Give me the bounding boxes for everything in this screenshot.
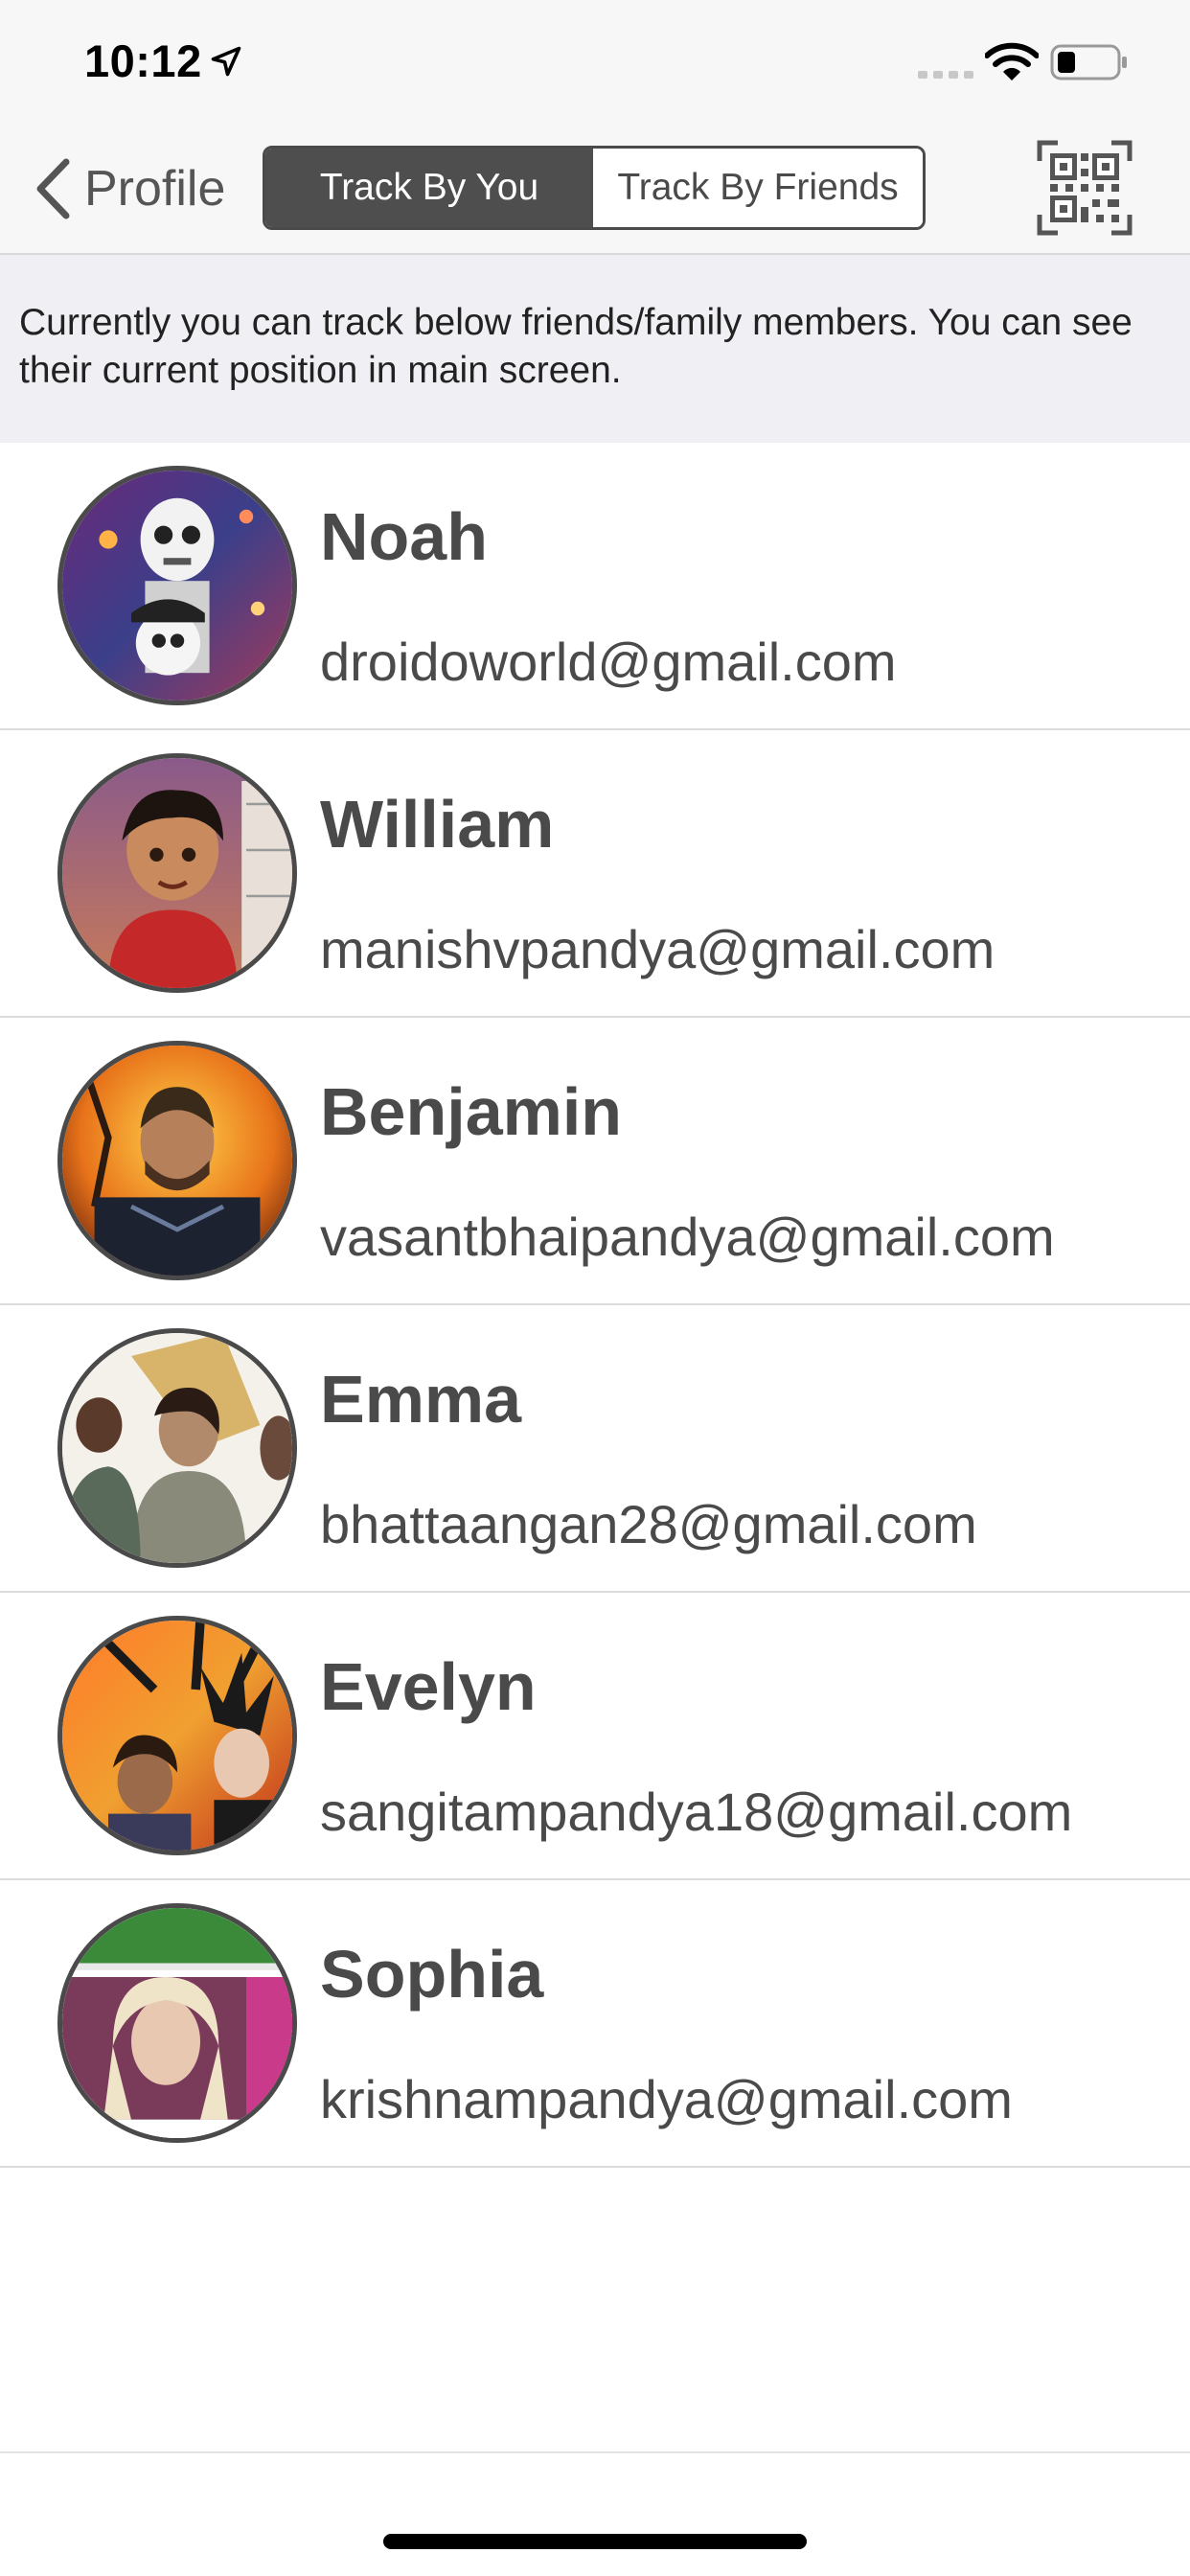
segment-track-by-friends[interactable]: Track By Friends: [593, 149, 923, 227]
contact-name: Sophia: [320, 1937, 544, 2012]
contact-row[interactable]: Sophia krishnampandya@gmail.com: [0, 1880, 1190, 2168]
contact-name: Noah: [320, 499, 488, 574]
tracking-segmented-control: Track By You Track By Friends: [263, 146, 926, 230]
avatar: [57, 466, 297, 705]
battery-icon: [1050, 44, 1127, 80]
contact-name: William: [320, 787, 555, 862]
home-indicator: [383, 2534, 807, 2549]
qr-code-icon[interactable]: [1037, 140, 1133, 236]
contact-email: droidoworld@gmail.com: [320, 632, 897, 692]
contact-row[interactable]: Benjamin vasantbhaipandya@gmail.com: [0, 1018, 1190, 1305]
contact-email: vasantbhaipandya@gmail.com: [320, 1207, 1055, 1267]
status-time: 10:12: [84, 35, 202, 86]
status-bar: 10:12: [0, 0, 1190, 126]
back-button[interactable]: Profile: [34, 155, 225, 222]
signal-dots-icon: [918, 71, 973, 79]
contact-email: manishvpandya@gmail.com: [320, 919, 995, 979]
contact-email: sangitampandya18@gmail.com: [320, 1782, 1073, 1842]
contact-row[interactable]: William manishvpandya@gmail.com: [0, 730, 1190, 1018]
contact-row[interactable]: Noah droidoworld@gmail.com: [0, 443, 1190, 730]
info-banner: Currently you can track below friends/fa…: [0, 255, 1190, 443]
avatar: [57, 1328, 297, 1568]
contact-row[interactable]: Evelyn sangitampandya18@gmail.com: [0, 1593, 1190, 1880]
contact-name: Benjamin: [320, 1074, 623, 1149]
contact-email: bhattaangan28@gmail.com: [320, 1494, 977, 1554]
back-label: Profile: [84, 161, 226, 217]
wifi-icon: [985, 42, 1039, 80]
contact-row[interactable]: Emma bhattaangan28@gmail.com: [0, 1305, 1190, 1593]
contact-email: krishnampandya@gmail.com: [320, 2069, 1013, 2129]
avatar: [57, 1041, 297, 1280]
navigation-bar: Profile Track By You Track By Friends: [0, 126, 1190, 255]
contact-name: Evelyn: [320, 1649, 537, 1724]
avatar: [57, 1903, 297, 2143]
contact-list: Noah droidoworld@gmail.com William manis…: [0, 443, 1190, 2168]
contact-name: Emma: [320, 1362, 522, 1437]
avatar: [57, 1616, 297, 1855]
bottom-divider: [0, 2451, 1190, 2453]
avatar: [57, 753, 297, 993]
chevron-left-icon: [36, 158, 70, 219]
location-arrow-icon: [211, 46, 241, 77]
segment-track-by-you[interactable]: Track By You: [265, 149, 593, 227]
info-text: Currently you can track below friends/fa…: [19, 302, 1133, 391]
